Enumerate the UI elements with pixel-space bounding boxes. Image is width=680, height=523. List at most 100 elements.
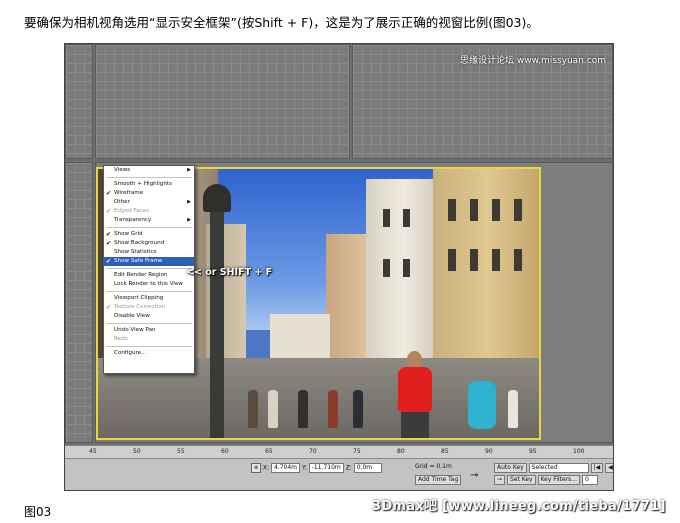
menu-item-label: Disable View [114,313,150,319]
z-label: Z: [345,464,352,472]
menu-item-label: Texture Correction [114,304,166,310]
menu-separator [106,291,192,292]
watermark-bottom: 3Dmax吧 [www.lineeg.com/tieba/1771] [372,499,666,514]
menu-separator [106,177,192,178]
add-time-tag-button[interactable]: Add Time Tag [415,475,462,485]
prev-frame-button[interactable]: ◀| [605,463,613,473]
key-filters-button[interactable]: Key Filters... [537,475,581,485]
menu-item-viewport-clipping[interactable]: Viewport Clipping [104,294,194,303]
intro-text: 要确保为相机视角选用“显示安全框架”(按Shift + F)，这是为了展示正确的… [24,15,539,30]
ruler-tick-label: 80 [397,448,405,455]
submenu-arrow-icon: ▶ [187,167,191,173]
frame-field[interactable]: 0 [581,475,598,485]
menu-item-disable-view[interactable]: Disable View [104,312,194,321]
auto-key-button[interactable]: Auto Key [494,463,527,473]
menu-item-label: Show Grid [114,231,143,237]
x-label: X: [262,464,270,472]
menu-item-lock-render-to-this-view[interactable]: Lock Render to this View [104,280,194,289]
menu-item-undo-view-pan[interactable]: Undo View Pan [104,326,194,335]
y-coordinate-field[interactable]: -11.710m [308,463,344,473]
street-lamp [210,189,224,438]
pedestrian [298,390,308,428]
ruler-tick-label: 90 [485,448,493,455]
3dsmax-screenshot: 思缘设计论坛 www.missyuan.com Views ▶ Smooth +… [64,43,614,491]
set-key-button[interactable]: ⊸ [494,475,506,485]
set-key-label[interactable]: Set Key [506,475,536,485]
menu-item-label: Views [114,167,131,173]
pedestrian [401,412,429,438]
window [448,249,456,271]
pedestrian [468,381,496,429]
z-coordinate-field[interactable]: 0.0m [353,463,382,473]
status-coordinates: ⊕ X: 4.704m Y: -11.710m Z: 0.0m [251,463,382,473]
pedestrian [353,390,363,428]
window [403,259,410,277]
y-label: Y: [301,464,307,472]
menu-separator [106,346,192,347]
viewport-front[interactable]: 思缘设计论坛 www.missyuan.com [352,44,613,159]
viewport-top[interactable] [95,44,350,159]
menu-item-edit-render-region[interactable]: Edit Render Region [104,271,194,280]
window [514,249,522,271]
pedestrian [328,390,338,428]
menu-item-texture-correction: ✔ Texture Correction [104,303,194,312]
menu-item-wireframe[interactable]: ✔ Wireframe [104,189,194,198]
menu-item-label: Wireframe [114,190,144,196]
pedestrian [398,367,432,412]
viewport-left[interactable] [65,162,93,443]
menu-item-label: Redo [114,336,129,342]
ruler-tick-label: 85 [441,448,449,455]
window [492,199,500,221]
menu-item-smooth-highlights[interactable]: Smooth + Highlights [104,180,194,189]
menu-item-show-background[interactable]: ✔ Show Background [104,239,194,248]
menu-item-label: Show Statistics [114,249,157,255]
menu-item-label: Undo View Pan [114,327,156,333]
x-coordinate-field[interactable]: 4.704m [270,463,301,473]
menu-item-label: Transparency [114,217,152,223]
auto-key-group: Auto Key Selected |◀ ◀| [494,463,613,473]
window [470,249,478,271]
ruler-tick-label: 55 [177,448,185,455]
window [403,209,410,227]
ruler-tick-label: 60 [221,448,229,455]
ruler-tick-label: 70 [309,448,317,455]
menu-item-label: Lock Render to this View [114,281,183,287]
figure-caption: 图03 [24,505,52,519]
menu-item-show-grid[interactable]: ✔ Show Grid [104,230,194,239]
time-ruler[interactable]: 45 50 55 60 65 70 75 80 85 90 95 100 [65,446,613,459]
set-key-group: ⊸ Set Key Key Filters... 0 [494,475,598,485]
ruler-tick-label: 50 [133,448,141,455]
menu-item-views[interactable]: Views ▶ [104,166,194,175]
lock-icon[interactable]: ⊕ [251,463,261,473]
menu-item-label: Viewport Clipping [114,295,164,301]
menu-item-label: Edit Render Region [114,272,168,278]
menu-item-other[interactable]: Other ▶ [104,198,194,207]
menu-item-show-statistics[interactable]: Show Statistics [104,248,194,257]
menu-item-label: Smooth + Highlights [114,181,172,187]
key-icon[interactable]: ⊸ [470,470,478,481]
menu-item-configure[interactable]: Configure... [104,349,194,358]
menu-item-label: Show Safe Frame [114,258,163,264]
menu-item-show-safe-frame[interactable]: ✔ Show Safe Frame [104,257,194,266]
menu-item-redo: Redo [104,335,194,344]
status-bar: 45 50 55 60 65 70 75 80 85 90 95 100 ⊕ X: 4.704m Y:… [65,445,613,490]
key-mode-select[interactable]: Selected [528,463,589,473]
ruler-tick-label: 65 [265,448,273,455]
window [448,199,456,221]
window [383,259,390,277]
menu-item-label: Edged Faces [114,208,149,214]
menu-item-label: Configure... [114,350,147,356]
shortcut-callout: << or SHIFT + F [186,267,273,278]
ruler-tick-label: 75 [353,448,361,455]
ruler-tick-label: 95 [529,448,537,455]
viewport-top-left[interactable] [65,44,93,159]
submenu-arrow-icon: ▶ [187,217,191,223]
check-icon: ✔ [106,190,112,197]
goto-start-button[interactable]: |◀ [590,463,604,473]
menu-separator [106,323,192,324]
check-icon: ✔ [106,258,112,265]
menu-separator [106,227,192,228]
pedestrian [268,390,278,428]
menu-item-transparency[interactable]: Transparency ▶ [104,216,194,225]
menu-item-edged-faces: ✔ Edged Faces [104,207,194,216]
